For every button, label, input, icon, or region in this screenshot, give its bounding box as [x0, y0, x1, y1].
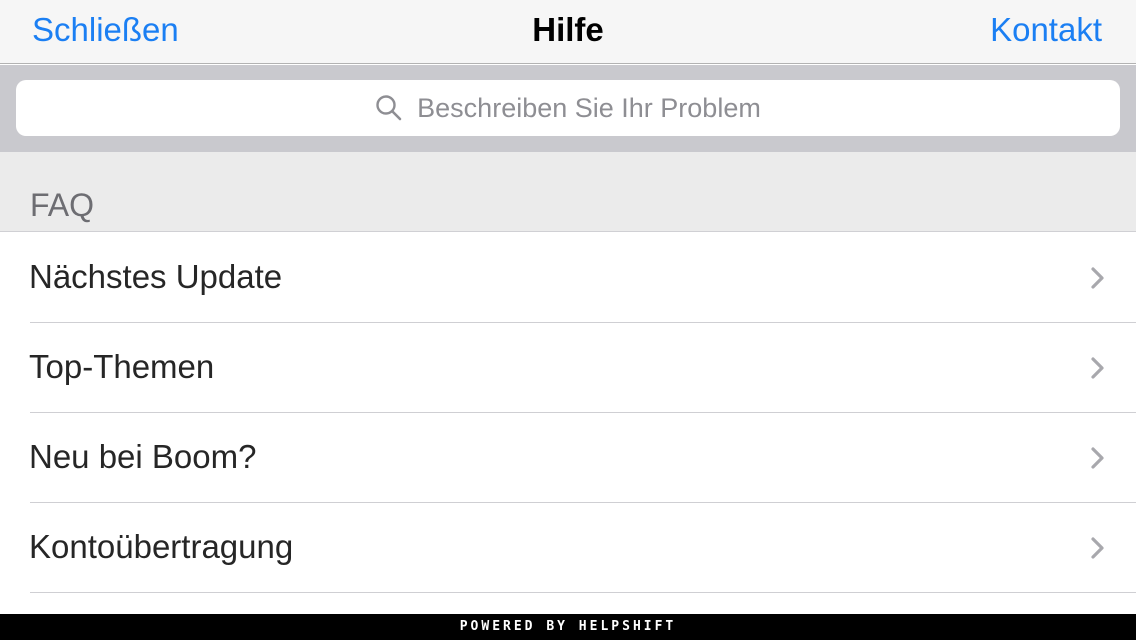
chevron-right-icon — [1091, 267, 1104, 289]
list-item-new-to-boom[interactable]: Neu bei Boom? — [0, 413, 1136, 503]
navigation-bar: Schließen Hilfe Kontakt — [0, 0, 1136, 64]
list-item-next-update[interactable]: Nächstes Update — [0, 233, 1136, 323]
section-title: FAQ — [30, 187, 95, 223]
search-icon — [376, 95, 402, 121]
search-input[interactable]: Beschreiben Sie Ihr Problem — [16, 80, 1120, 136]
powered-by-label: POWERED BY HELPSHIFT — [459, 619, 677, 634]
contact-button[interactable]: Kontakt — [990, 10, 1102, 50]
faq-section-header: FAQ — [0, 152, 1136, 232]
page-title: Hilfe — [532, 11, 604, 48]
help-screen: Schließen Hilfe Kontakt Beschreiben Sie … — [0, 0, 1136, 640]
list-item-label: Nächstes Update — [29, 258, 283, 295]
list-item-account-transfer[interactable]: Kontoübertragung — [0, 503, 1136, 593]
chevron-right-icon — [1091, 537, 1104, 559]
list-item-label: Top-Themen — [29, 348, 215, 385]
list-item-label: Kontoübertragung — [29, 528, 294, 565]
list-item-label: Neu bei Boom? — [29, 438, 257, 475]
search-bar: Beschreiben Sie Ihr Problem — [0, 65, 1136, 152]
powered-by-footer: POWERED BY HELPSHIFT — [0, 614, 1136, 640]
chevron-right-icon — [1091, 357, 1104, 379]
faq-list: Nächstes Update Top-Themen Neu bei Boom?… — [0, 233, 1136, 593]
list-item-top-topics[interactable]: Top-Themen — [0, 323, 1136, 413]
search-placeholder: Beschreiben Sie Ihr Problem — [417, 93, 761, 123]
chevron-right-icon — [1091, 447, 1104, 469]
